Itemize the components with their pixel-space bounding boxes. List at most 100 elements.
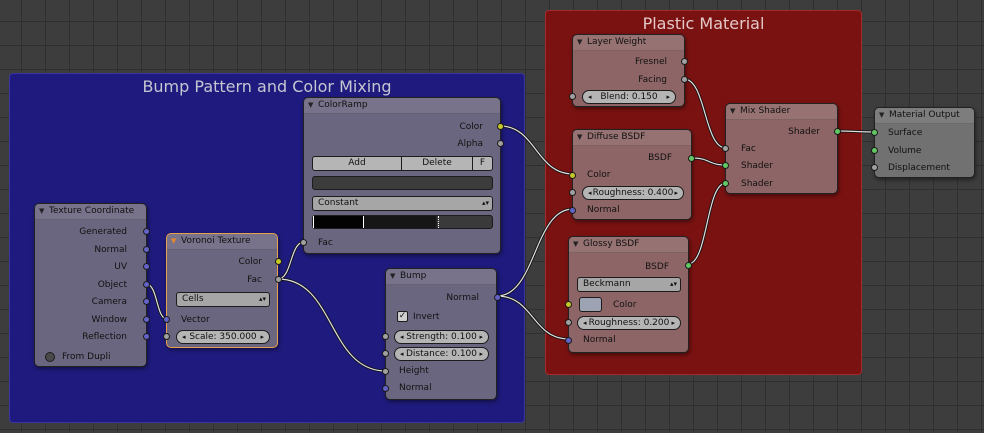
socket-alpha-out[interactable]: [497, 140, 504, 147]
collapse-triangle-icon[interactable]: ▼: [573, 237, 578, 252]
distribution-select[interactable]: Beckmann ▴▾: [577, 277, 681, 292]
roughness-field[interactable]: ◂ Roughness: 0.400 ▸: [582, 186, 684, 200]
socket-fac-in[interactable]: [300, 239, 307, 246]
glossy-color-swatch[interactable]: [579, 297, 602, 312]
socket-generated[interactable]: [143, 228, 150, 235]
socket-shader-out[interactable]: [834, 128, 841, 135]
blend-field[interactable]: ◂ Blend: 0.150 ▸: [582, 90, 676, 104]
collapse-triangle-icon[interactable]: ▼: [730, 104, 735, 119]
node-title: Voronoi Texture: [181, 236, 251, 246]
socket-bsdf-out[interactable]: [685, 262, 692, 269]
increment-arrow-icon[interactable]: ▸: [666, 91, 670, 103]
socket-object[interactable]: [143, 281, 150, 288]
socket-normal[interactable]: [143, 246, 150, 253]
node-header[interactable]: ▼ ColorRamp: [304, 98, 500, 114]
socket-fresnel-out[interactable]: [681, 58, 688, 65]
node-header[interactable]: ▼ Layer Weight: [573, 35, 684, 51]
distance-field[interactable]: ◂ Distance: 0.100 ▸: [394, 347, 489, 361]
node-layer-weight[interactable]: ▼ Layer Weight Fresnel Facing ◂ Blend: 0.1…: [569, 34, 688, 107]
decrement-arrow-icon[interactable]: ◂: [400, 348, 404, 360]
socket-color-in[interactable]: [565, 301, 572, 308]
socket-reflection[interactable]: [143, 333, 150, 340]
node-header[interactable]: ▼ Mix Shader: [726, 104, 837, 120]
distance-value: Distance: 0.100: [405, 349, 477, 359]
node-header[interactable]: ▼ Glossy BSDF: [569, 237, 688, 253]
ramp-stop[interactable]: [313, 216, 314, 228]
flip-button[interactable]: F: [472, 156, 493, 171]
invert-checkbox[interactable]: ✓: [397, 311, 408, 322]
collapse-triangle-icon[interactable]: ▼: [577, 130, 582, 145]
coloring-select[interactable]: Cells ▴▾: [176, 292, 270, 307]
from-dupli-checkbox[interactable]: [45, 352, 55, 362]
socket-vector-in[interactable]: [163, 316, 170, 323]
node-mix-shader[interactable]: ▼ Mix Shader Shader Fac Shader Shader: [722, 103, 841, 194]
roughness-field[interactable]: ◂ Roughness: 0.200 ▸: [577, 316, 681, 330]
coloring-value: Cells: [182, 294, 204, 304]
socket-facing-out[interactable]: [681, 76, 688, 83]
increment-arrow-icon[interactable]: ▸: [671, 317, 675, 329]
increment-arrow-icon[interactable]: ▸: [479, 348, 483, 360]
socket-distance-in[interactable]: [382, 350, 389, 357]
socket-strength-in[interactable]: [382, 333, 389, 340]
node-header[interactable]: ▼ Diffuse BSDF: [573, 130, 691, 146]
node-header[interactable]: ▼ Texture Coordinate: [35, 204, 146, 220]
socket-bsdf-out[interactable]: [688, 155, 695, 162]
socket-normal-in[interactable]: [382, 385, 389, 392]
active-color-field[interactable]: [312, 176, 493, 190]
socket-uv[interactable]: [143, 263, 150, 270]
socket-shader1-in[interactable]: [722, 162, 729, 169]
collapse-triangle-icon[interactable]: ▼: [577, 35, 582, 50]
socket-color-in[interactable]: [569, 172, 576, 179]
strength-field[interactable]: ◂ Strength: 0.100 ▸: [394, 330, 489, 344]
socket-surface-in[interactable]: [871, 129, 878, 136]
node-diffuse-bsdf[interactable]: ▼ Diffuse BSDF BSDF Color ◂ Roughness: 0.4…: [569, 129, 695, 220]
collapse-triangle-icon[interactable]: ▼: [308, 98, 313, 113]
socket-normal-out[interactable]: [494, 294, 501, 301]
socket-fac-out[interactable]: [275, 276, 282, 283]
socket-roughness-in[interactable]: [569, 189, 576, 196]
socket-displacement-in[interactable]: [871, 164, 878, 171]
add-button[interactable]: Add: [312, 156, 402, 171]
increment-arrow-icon[interactable]: ▸: [674, 187, 678, 199]
node-material-output[interactable]: ▼ Material Output Surface Volume Displace…: [871, 107, 975, 178]
node-bump[interactable]: ▼ Bump Normal ✓ Invert ◂ Strength: 0.100 ▸ …: [382, 268, 501, 400]
node-voronoi-texture[interactable]: ▼ Voronoi Texture Color Fac Cells ▴▾ Vecto…: [163, 233, 282, 348]
decrement-arrow-icon[interactable]: ◂: [400, 331, 404, 343]
increment-arrow-icon[interactable]: ▸: [479, 331, 483, 343]
color-ramp-gradient[interactable]: [312, 215, 493, 229]
node-glossy-bsdf[interactable]: ▼ Glossy BSDF BSDF Beckmann ▴▾ Color ◂ Roug…: [565, 236, 692, 353]
input-normal-label: Normal: [587, 205, 620, 215]
collapse-triangle-icon[interactable]: ▼: [171, 234, 176, 249]
collapse-triangle-icon[interactable]: ▼: [39, 204, 44, 219]
socket-shader2-in[interactable]: [722, 180, 729, 187]
decrement-arrow-icon[interactable]: ◂: [583, 317, 587, 329]
decrement-arrow-icon[interactable]: ◂: [588, 187, 592, 199]
node-colorramp[interactable]: ▼ ColorRamp Color Alpha Add Delete F Cons…: [300, 97, 504, 254]
socket-color-out[interactable]: [275, 258, 282, 265]
socket-window[interactable]: [143, 316, 150, 323]
socket-normal-in[interactable]: [569, 207, 576, 214]
ramp-stop[interactable]: [363, 216, 364, 228]
ramp-stop-active[interactable]: [438, 216, 440, 228]
node-texture-coordinate[interactable]: ▼ Texture Coordinate Generated Normal UV …: [34, 203, 150, 367]
node-header[interactable]: ▼ Voronoi Texture: [167, 234, 277, 250]
collapse-triangle-icon[interactable]: ▼: [390, 269, 395, 284]
collapse-triangle-icon[interactable]: ▼: [879, 108, 884, 123]
increment-arrow-icon[interactable]: ▸: [260, 331, 264, 343]
decrement-arrow-icon[interactable]: ◂: [588, 91, 592, 103]
socket-normal-in[interactable]: [565, 337, 572, 344]
socket-volume-in[interactable]: [871, 147, 878, 154]
socket-blend-in[interactable]: [569, 93, 576, 100]
socket-height-in[interactable]: [382, 368, 389, 375]
node-header[interactable]: ▼ Bump: [386, 269, 496, 285]
socket-roughness-in[interactable]: [565, 319, 572, 326]
socket-camera[interactable]: [143, 298, 150, 305]
decrement-arrow-icon[interactable]: ◂: [182, 331, 186, 343]
scale-field[interactable]: ◂ Scale: 350.000 ▸: [176, 330, 270, 344]
socket-scale-in[interactable]: [163, 333, 170, 340]
interpolation-select[interactable]: Constant ▴▾: [312, 196, 493, 211]
socket-color-out[interactable]: [497, 123, 504, 130]
socket-fac-in[interactable]: [722, 145, 729, 152]
node-header[interactable]: ▼ Material Output: [875, 108, 974, 124]
delete-button[interactable]: Delete: [401, 156, 473, 171]
